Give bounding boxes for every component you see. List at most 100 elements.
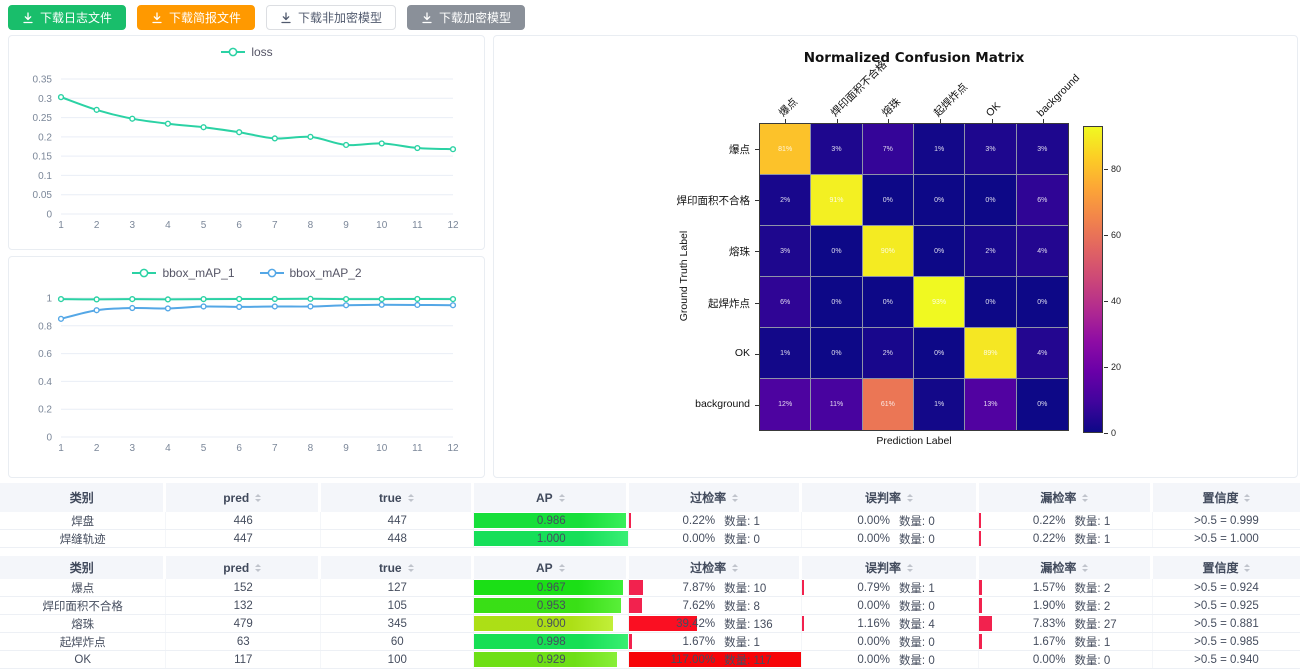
header-ap[interactable]: AP	[474, 556, 629, 579]
ap-value: 0.998	[537, 636, 566, 648]
svg-text:1: 1	[46, 294, 52, 305]
cell-over-detection-rate: 0.22%数量: 1	[629, 512, 802, 529]
download-log-button[interactable]: 下载日志文件	[8, 5, 126, 30]
cell-pred: 132	[166, 597, 321, 614]
svg-text:10: 10	[376, 220, 388, 231]
sort-caret-icon	[907, 564, 913, 572]
svg-text:0.05: 0.05	[33, 190, 53, 201]
cell-category: 起焊炸点	[0, 633, 166, 650]
rate-count: 数量: 1	[1074, 513, 1110, 529]
header-label: AP	[536, 491, 553, 505]
rate-value: 1.67%	[629, 636, 715, 648]
svg-text:1: 1	[58, 443, 64, 454]
confidence-value: >0.5 = 0.924	[1194, 582, 1259, 594]
header-over-detection-rate[interactable]: 过检率	[629, 483, 802, 512]
header-over-detection-rate[interactable]: 过检率	[629, 556, 802, 579]
header-ap[interactable]: AP	[474, 483, 629, 512]
header-misjudge-rate[interactable]: 误判率	[802, 483, 979, 512]
header-pred[interactable]: pred	[166, 483, 321, 512]
legend-marker-icon	[131, 268, 157, 278]
rate-value: 0.00%	[802, 636, 890, 648]
download-encrypted-model-button[interactable]: 下载加密模型	[407, 5, 525, 30]
cell-true: 448	[321, 530, 474, 547]
matrix-cell: 91%	[811, 175, 862, 226]
cell-confidence: >0.5 = 1.000	[1153, 530, 1300, 547]
sort-caret-icon	[1082, 564, 1088, 572]
sort-caret-icon	[1244, 494, 1250, 502]
cell-ap: 0.953	[474, 597, 629, 614]
legend-marker-icon	[259, 268, 285, 278]
header-confidence[interactable]: 置信度	[1153, 556, 1300, 579]
download-icon	[22, 12, 34, 24]
sort-caret-icon	[1082, 494, 1088, 502]
true-value: 447	[388, 515, 407, 527]
cell-ap: 0.929	[474, 651, 629, 668]
confusion-matrix-title: Normalized Confusion Matrix	[684, 50, 1144, 66]
loss-line-chart[interactable]: 00.050.10.150.20.250.30.3512345678910111…	[9, 36, 484, 249]
download-encrypted-model-label: 下载加密模型	[439, 12, 511, 24]
matrix-cell: 93%	[914, 277, 965, 328]
svg-text:0.3: 0.3	[38, 94, 52, 105]
legend-item-bbox_mAP_2[interactable]: bbox_mAP_2	[259, 266, 362, 280]
cell-true: 127	[321, 579, 474, 596]
confidence-value: >0.5 = 0.999	[1194, 515, 1259, 527]
true-value: 345	[388, 618, 407, 630]
cell-confidence: >0.5 = 0.940	[1153, 651, 1300, 668]
rate-count: 数量: 0	[899, 634, 935, 650]
svg-text:8: 8	[308, 220, 314, 231]
matrix-cell: 7%	[863, 124, 914, 175]
sort-caret-icon	[255, 494, 261, 502]
map-line-chart[interactable]: 00.20.40.60.81123456789101112	[9, 257, 484, 477]
matrix-cell: 0%	[914, 328, 965, 379]
legend-item-loss[interactable]: loss	[220, 45, 272, 59]
legend-label: bbox_mAP_2	[290, 266, 362, 280]
summary-table-welds: 类别predtrueAP过检率误判率漏检率置信度焊盘4464470.9860.2…	[0, 483, 1300, 548]
svg-text:0.35: 0.35	[33, 75, 53, 86]
ap-value: 0.986	[537, 515, 566, 527]
legend-item-bbox_mAP_1[interactable]: bbox_mAP_1	[131, 266, 234, 280]
header-miss-rate[interactable]: 漏检率	[979, 483, 1153, 512]
download-plain-model-button[interactable]: 下载非加密模型	[266, 5, 396, 30]
svg-text:2: 2	[94, 220, 100, 231]
true-value: 60	[391, 636, 404, 648]
matrix-cell: 4%	[1017, 226, 1068, 277]
colorbar-tick	[1104, 367, 1108, 368]
cell-misjudge-rate: 0.00% 数量: 0	[802, 633, 979, 650]
header-misjudge-rate[interactable]: 误判率	[802, 556, 979, 579]
header-label: pred	[223, 561, 249, 575]
header-pred[interactable]: pred	[166, 556, 321, 579]
header-label: 漏检率	[1040, 559, 1076, 576]
cell-confidence: >0.5 = 0.999	[1153, 512, 1300, 529]
true-value: 448	[388, 533, 407, 545]
cell-category: 焊缝轨迹	[0, 530, 166, 547]
svg-text:6: 6	[236, 220, 242, 231]
cell-misjudge-rate: 0.79%数量: 1	[802, 579, 979, 596]
download-plain-model-label: 下载非加密模型	[298, 12, 382, 24]
cell-over-detection-rate: 1.67%数量: 1	[629, 633, 802, 650]
matrix-row-label: 焊印面积不合格	[614, 193, 750, 208]
svg-text:11: 11	[412, 443, 423, 454]
header-confidence[interactable]: 置信度	[1153, 483, 1300, 512]
colorbar-tick-label: 60	[1111, 230, 1121, 240]
download-report-button[interactable]: 下载简报文件	[137, 5, 255, 30]
header-miss-rate[interactable]: 漏检率	[979, 556, 1153, 579]
header-true[interactable]: true	[321, 483, 474, 512]
matrix-cell: 1%	[914, 124, 965, 175]
header-true[interactable]: true	[321, 556, 474, 579]
matrix-column-label: 起焊炸点	[931, 80, 971, 120]
svg-text:5: 5	[201, 220, 207, 231]
colorbar-tick	[1104, 301, 1108, 302]
true-value: 105	[388, 600, 407, 612]
category-value: 焊盘	[71, 513, 94, 529]
svg-text:12: 12	[447, 443, 459, 454]
cell-true: 345	[321, 615, 474, 632]
summary-table-defects: 类别predtrueAP过检率误判率漏检率置信度爆点1521270.9677.8…	[0, 556, 1300, 669]
cell-confidence: >0.5 = 0.925	[1153, 597, 1300, 614]
rate-value: 39.42%	[629, 618, 715, 630]
rate-count: 数量: 2	[1074, 598, 1110, 614]
matrix-cell: 81%	[760, 124, 811, 175]
header-label: pred	[223, 491, 249, 505]
svg-text:5: 5	[201, 443, 207, 454]
cell-over-detection-rate: 7.87%数量: 10	[629, 579, 802, 596]
true-value: 127	[388, 582, 407, 594]
